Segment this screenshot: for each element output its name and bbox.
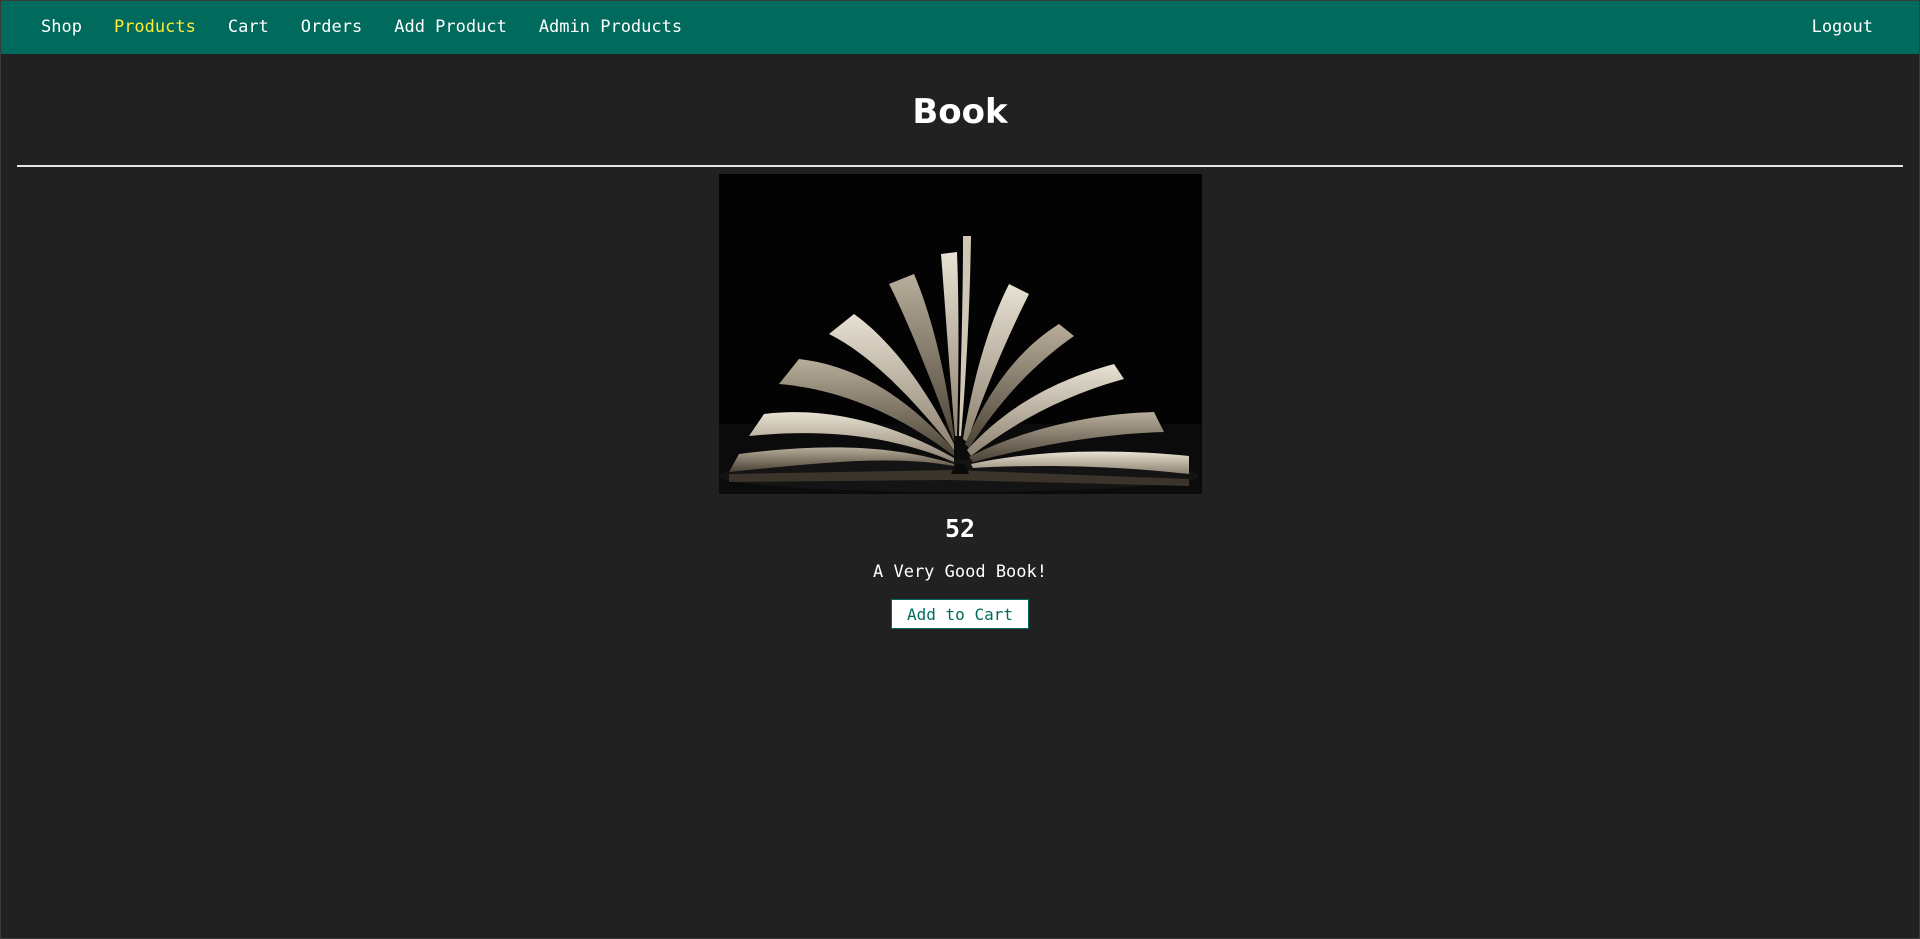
main-header: Shop Products Cart Orders Add Product Ad… <box>1 1 1919 54</box>
nav-item-add-product: Add Product <box>394 1 539 54</box>
nav-link-orders[interactable]: Orders <box>301 1 362 54</box>
product-title: Book <box>912 92 1008 132</box>
nav-list: Shop Products Cart Orders Add Product Ad… <box>41 1 714 54</box>
nav-item-cart: Cart <box>228 1 301 54</box>
nav-item-products: Products <box>114 1 228 54</box>
product-detail: Book 52 A Very Good Book! Add to Cart <box>1 92 1919 629</box>
product-actions: Add to Cart <box>17 599 1903 629</box>
logout-button[interactable]: Logout <box>1812 1 1873 54</box>
main-nav: Shop Products Cart Orders Add Product Ad… <box>41 1 714 54</box>
nav-item-shop: Shop <box>41 1 114 54</box>
nav-link-cart[interactable]: Cart <box>228 1 269 54</box>
nav-item-orders: Orders <box>301 1 394 54</box>
nav-link-products[interactable]: Products <box>114 1 196 54</box>
nav-item-admin-products: Admin Products <box>539 1 714 54</box>
nav-link-shop[interactable]: Shop <box>41 1 82 54</box>
open-book-illustration <box>718 174 1202 494</box>
title-divider <box>17 165 1903 167</box>
nav-link-admin-products[interactable]: Admin Products <box>539 1 682 54</box>
add-to-cart-button[interactable]: Add to Cart <box>891 599 1029 629</box>
product-price: 52 <box>944 514 976 543</box>
product-image <box>718 174 1202 494</box>
product-description: A Very Good Book! <box>873 562 1047 582</box>
nav-link-add-product[interactable]: Add Product <box>394 1 507 54</box>
